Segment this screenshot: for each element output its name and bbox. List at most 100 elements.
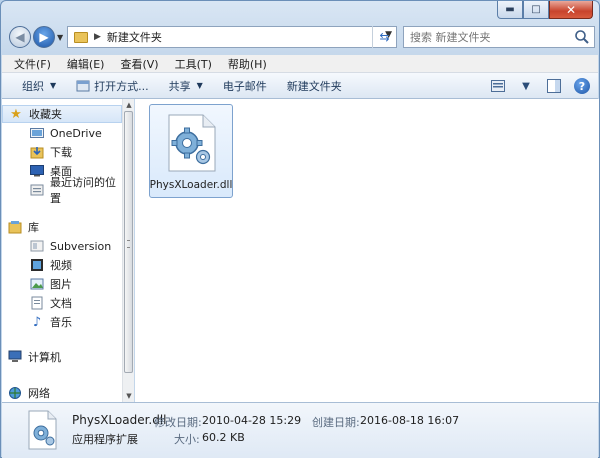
document-icon xyxy=(30,296,44,310)
nav-label: 文档 xyxy=(50,297,72,310)
minimize-icon: ▬ xyxy=(505,4,515,15)
nav-label: 最近访问的位置 xyxy=(50,176,116,205)
share-button[interactable]: 共享 ▼ xyxy=(159,75,213,97)
organize-button[interactable]: 组织 ▼ xyxy=(12,75,66,97)
chevron-down-icon: ▼ xyxy=(50,81,57,90)
nav-music[interactable]: ♪ 音乐 xyxy=(2,313,122,331)
chevron-down-icon: ▼ xyxy=(196,81,203,90)
recent-places-icon xyxy=(30,183,44,197)
minimize-button[interactable]: ▬ xyxy=(497,1,523,19)
email-label: 电子邮件 xyxy=(222,79,267,93)
nav-label: Subversion xyxy=(50,239,112,253)
help-button[interactable]: ? xyxy=(572,76,592,96)
nav-favorites[interactable]: ★ 收藏夹 xyxy=(2,105,122,123)
scroll-down-icon[interactable]: ▼ xyxy=(123,390,135,402)
star-icon: ★ xyxy=(10,106,22,122)
refresh-button[interactable]: ⇆ xyxy=(372,26,396,48)
file-list[interactable]: PhysXLoader.dll xyxy=(135,99,599,402)
nav-label: 收藏夹 xyxy=(29,108,62,121)
back-button[interactable]: ◀ xyxy=(9,26,31,48)
created-label: 创建日期: xyxy=(312,416,360,429)
search-box[interactable] xyxy=(403,26,595,48)
close-button[interactable]: ✕ xyxy=(549,1,593,19)
computer-icon xyxy=(8,350,22,364)
organize-label: 组织 xyxy=(22,79,44,93)
onedrive-icon xyxy=(30,126,44,140)
chevron-down-icon: ▼ xyxy=(57,33,64,42)
help-icon: ? xyxy=(574,78,590,94)
navigation-pane: ★ 收藏夹 OneDrive 下载 桌面 最近访问的位置 库 Subversio… xyxy=(2,99,122,402)
nav-computer[interactable]: 计算机 xyxy=(2,348,122,366)
nav-pictures[interactable]: 图片 xyxy=(2,275,122,293)
nav-recent[interactable]: 最近访问的位置 xyxy=(2,176,122,205)
arrow-right-icon: ▶ xyxy=(39,30,49,44)
dll-gear-icon xyxy=(168,114,216,172)
search-icon[interactable] xyxy=(574,29,590,45)
new-folder-label: 新建文件夹 xyxy=(286,79,342,93)
nav-label: 图片 xyxy=(50,278,72,291)
menu-edit[interactable]: 编辑(E) xyxy=(59,56,113,72)
toolbar-right: ▼ ? xyxy=(488,76,592,96)
maximize-icon: □ xyxy=(531,4,541,15)
scroll-thumb[interactable] xyxy=(124,111,133,373)
details-pane: PhysXLoader.dll 应用程序扩展 修改日期: 2010-04-28 … xyxy=(2,402,598,458)
picture-icon xyxy=(30,277,44,291)
menu-help[interactable]: 帮助(H) xyxy=(220,56,275,72)
details-filename: PhysXLoader.dll xyxy=(72,413,167,427)
nav-network[interactable]: 网络 xyxy=(2,384,122,402)
search-input[interactable] xyxy=(410,30,570,44)
folder-icon xyxy=(74,31,88,43)
library-icon xyxy=(8,220,22,234)
open-with-label: 打开方式... xyxy=(94,79,149,93)
nav-onedrive[interactable]: OneDrive xyxy=(2,124,122,142)
email-button[interactable]: 电子邮件 xyxy=(213,75,277,97)
nav-label: 音乐 xyxy=(50,316,72,329)
desktop-icon xyxy=(30,164,44,178)
nav-documents[interactable]: 文档 xyxy=(2,294,122,312)
address-bar[interactable]: ▶ 新建文件夹 ▼ xyxy=(67,26,397,48)
recent-pages-dropdown[interactable]: ▼ xyxy=(57,33,65,42)
open-with-button[interactable]: 打开方式... xyxy=(66,75,159,97)
file-name[interactable]: PhysXLoader.dll xyxy=(150,179,233,191)
preview-pane-icon xyxy=(547,79,561,93)
view-options-button[interactable] xyxy=(488,76,508,96)
nav-downloads[interactable]: 下载 xyxy=(2,143,122,161)
forward-button[interactable]: ▶ xyxy=(33,26,55,48)
preview-pane-button[interactable] xyxy=(544,76,564,96)
details-filetype: 应用程序扩展 xyxy=(72,433,138,446)
subversion-icon xyxy=(30,239,44,253)
new-folder-button[interactable]: 新建文件夹 xyxy=(277,75,352,97)
menu-file[interactable]: 文件(F) xyxy=(6,56,59,72)
breadcrumb-separator-icon[interactable]: ▶ xyxy=(94,32,101,42)
refresh-icon: ⇆ xyxy=(379,30,390,44)
nav-label: 网络 xyxy=(28,387,50,400)
size-value: 60.2 KB xyxy=(202,431,245,444)
arrow-left-icon: ◀ xyxy=(15,30,25,44)
nav-libraries[interactable]: 库 xyxy=(2,218,122,236)
menu-bar: 文件(F) 编辑(E) 查看(V) 工具(T) 帮助(H) xyxy=(2,55,598,73)
menu-tools[interactable]: 工具(T) xyxy=(167,56,220,72)
breadcrumb-current[interactable]: 新建文件夹 xyxy=(107,29,162,45)
maximize-button[interactable]: □ xyxy=(523,1,549,19)
created-value: 2016-08-18 16:07 xyxy=(360,414,460,427)
view-dropdown[interactable]: ▼ xyxy=(516,76,536,96)
share-label: 共享 xyxy=(168,79,191,93)
navigation-scrollbar[interactable]: ▲ ▼ xyxy=(122,99,134,402)
network-icon xyxy=(8,386,22,400)
file-item[interactable]: PhysXLoader.dll xyxy=(149,104,233,198)
music-note-icon: ♪ xyxy=(32,314,42,330)
nav-videos[interactable]: 视频 xyxy=(2,256,122,274)
command-bar: 组织 ▼ 打开方式... 共享 ▼ 电子邮件 新建文件夹 ▼ ? xyxy=(2,73,598,99)
grip-icon xyxy=(127,240,130,248)
address-row: ◀ ▶ ▼ ▶ 新建文件夹 ▼ ⇆ xyxy=(7,25,595,49)
chevron-down-icon: ▼ xyxy=(522,80,530,92)
nav-label: 库 xyxy=(28,221,39,234)
view-icon xyxy=(491,80,505,92)
caption-buttons: ▬ □ ✕ xyxy=(497,1,593,19)
scroll-up-icon[interactable]: ▲ xyxy=(123,99,135,111)
modified-value: 2010-04-28 15:29 xyxy=(202,414,302,427)
menu-view[interactable]: 查看(V) xyxy=(112,56,166,72)
nav-subversion[interactable]: Subversion xyxy=(2,237,122,255)
explorer-window: ▬ □ ✕ ◀ ▶ ▼ ▶ 新建文件夹 ▼ ⇆ 文件(F) 编辑(E) 查看(V… xyxy=(0,0,600,458)
close-icon: ✕ xyxy=(565,2,577,17)
